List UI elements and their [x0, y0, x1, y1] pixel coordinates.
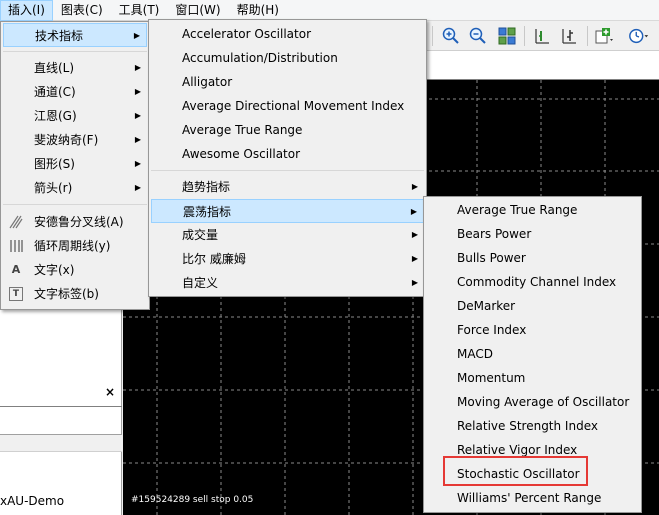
add-indicator-icon[interactable] — [593, 25, 615, 47]
menu-item-andrews-pitchfork[interactable]: 安德鲁分叉线(A) — [3, 210, 147, 234]
menu-charts[interactable]: 图表(C) — [53, 0, 111, 21]
menu-separator — [151, 170, 424, 171]
menu-separator — [3, 51, 147, 52]
menubar: 插入(I) 图表(C) 工具(T) 窗口(W) 帮助(H) — [0, 0, 659, 21]
navigator-header — [0, 434, 122, 452]
menu-insert[interactable]: 插入(I) — [0, 0, 53, 21]
submenu-arrow-icon: ▶ — [134, 159, 141, 168]
cycle-lines-icon — [9, 239, 23, 253]
menu-item-bears-power[interactable]: Bears Power — [426, 222, 639, 246]
menu-item-macd[interactable]: MACD — [426, 342, 639, 366]
insert-menu: 技术指标 ▶ 直线(L) ▶ 通道(C) ▶ 江恩(G) ▶ 斐波纳奇(F) ▶… — [0, 21, 150, 310]
highlight-box-stochastic — [443, 456, 588, 486]
menu-item-text-label[interactable]: T 文字标签(b) — [3, 282, 147, 306]
submenu-arrow-icon: ▶ — [411, 254, 418, 263]
submenu-arrow-icon: ▶ — [411, 230, 418, 239]
pitchfork-icon — [9, 215, 23, 229]
menu-separator — [3, 204, 147, 205]
menu-help[interactable]: 帮助(H) — [229, 0, 287, 21]
menu-item-shapes[interactable]: 图形(S) ▶ — [3, 152, 147, 176]
menu-item-atr[interactable]: Average True Range — [426, 198, 639, 222]
menu-window[interactable]: 窗口(W) — [167, 0, 228, 21]
submenu-arrow-icon: ▶ — [411, 278, 418, 287]
submenu-arrow-icon: ▶ — [134, 135, 141, 144]
technical-indicators-menu: Accelerator Oscillator Accumulation/Dist… — [148, 19, 427, 297]
order-status-label: #159524289 sell stop 0.05 — [131, 495, 254, 505]
menu-item-bulls-power[interactable]: Bulls Power — [426, 246, 639, 270]
text-label-icon: T — [9, 287, 23, 301]
menu-item-accumulation-distribution[interactable]: Accumulation/Distribution — [151, 46, 424, 70]
auto-scroll-icon[interactable] — [558, 25, 580, 47]
close-icon[interactable]: × — [105, 385, 115, 399]
menu-item-average-true-range[interactable]: Average True Range — [151, 118, 424, 142]
panel-divider — [0, 406, 122, 407]
menu-item-cycle-lines[interactable]: 循环周期线(y) — [3, 234, 147, 258]
menu-item-force-index[interactable]: Force Index — [426, 318, 639, 342]
menu-item-bill-williams[interactable]: 比尔 威廉姆 ▶ — [151, 247, 424, 271]
text-icon: A — [11, 263, 21, 276]
menu-item-relative-strength-index[interactable]: Relative Strength Index — [426, 414, 639, 438]
menu-item-accelerator-oscillator[interactable]: Accelerator Oscillator — [151, 22, 424, 46]
menu-tools[interactable]: 工具(T) — [111, 0, 168, 21]
menu-item-awesome-oscillator[interactable]: Awesome Oscillator — [151, 142, 424, 166]
clock-icon[interactable] — [628, 25, 650, 47]
menu-item-commodity-channel-index[interactable]: Commodity Channel Index — [426, 270, 639, 294]
toolbar-separator — [524, 26, 525, 46]
submenu-arrow-icon: ▶ — [134, 63, 141, 72]
menu-item-volumes[interactable]: 成交量 ▶ — [151, 223, 424, 247]
menu-item-text[interactable]: A 文字(x) — [3, 258, 147, 282]
tile-windows-icon[interactable] — [496, 25, 518, 47]
submenu-arrow-icon: ▶ — [410, 207, 417, 216]
chart-shift-icon[interactable] — [531, 25, 553, 47]
menu-item-fibonacci[interactable]: 斐波纳奇(F) ▶ — [3, 128, 147, 152]
menu-item-trend-indicators[interactable]: 趋势指标 ▶ — [151, 175, 424, 199]
menu-item-oscillators[interactable]: 震荡指标 ▶ — [151, 199, 424, 223]
menu-item-momentum[interactable]: Momentum — [426, 366, 639, 390]
submenu-arrow-icon: ▶ — [134, 183, 141, 192]
menu-item-moving-average-of-oscillator[interactable]: Moving Average of Oscillator — [426, 390, 639, 414]
submenu-arrow-icon: ▶ — [134, 87, 141, 96]
toolbar-separator — [432, 26, 433, 46]
menu-item-average-directional-movement-index[interactable]: Average Directional Movement Index — [151, 94, 424, 118]
menu-item-alligator[interactable]: Alligator — [151, 70, 424, 94]
menu-item-williams-percent-range[interactable]: Williams' Percent Range — [426, 486, 639, 510]
menu-item-technical-indicators[interactable]: 技术指标 ▶ — [3, 23, 147, 47]
menu-item-channels[interactable]: 通道(C) ▶ — [3, 80, 147, 104]
menu-item-arrows[interactable]: 箭头(r) ▶ — [3, 176, 147, 200]
menu-item-custom[interactable]: 自定义 ▶ — [151, 271, 424, 295]
menu-item-gann[interactable]: 江恩(G) ▶ — [3, 104, 147, 128]
menu-item-lines[interactable]: 直线(L) ▶ — [3, 56, 147, 80]
account-label[interactable]: xAU-Demo — [0, 494, 64, 508]
submenu-arrow-icon: ▶ — [134, 111, 141, 120]
menu-item-demarker[interactable]: DeMarker — [426, 294, 639, 318]
zoom-out-icon[interactable] — [467, 25, 489, 47]
zoom-in-icon[interactable] — [440, 25, 462, 47]
submenu-arrow-icon: ▶ — [411, 182, 418, 191]
submenu-arrow-icon: ▶ — [133, 31, 140, 40]
toolbar-separator — [587, 26, 588, 46]
